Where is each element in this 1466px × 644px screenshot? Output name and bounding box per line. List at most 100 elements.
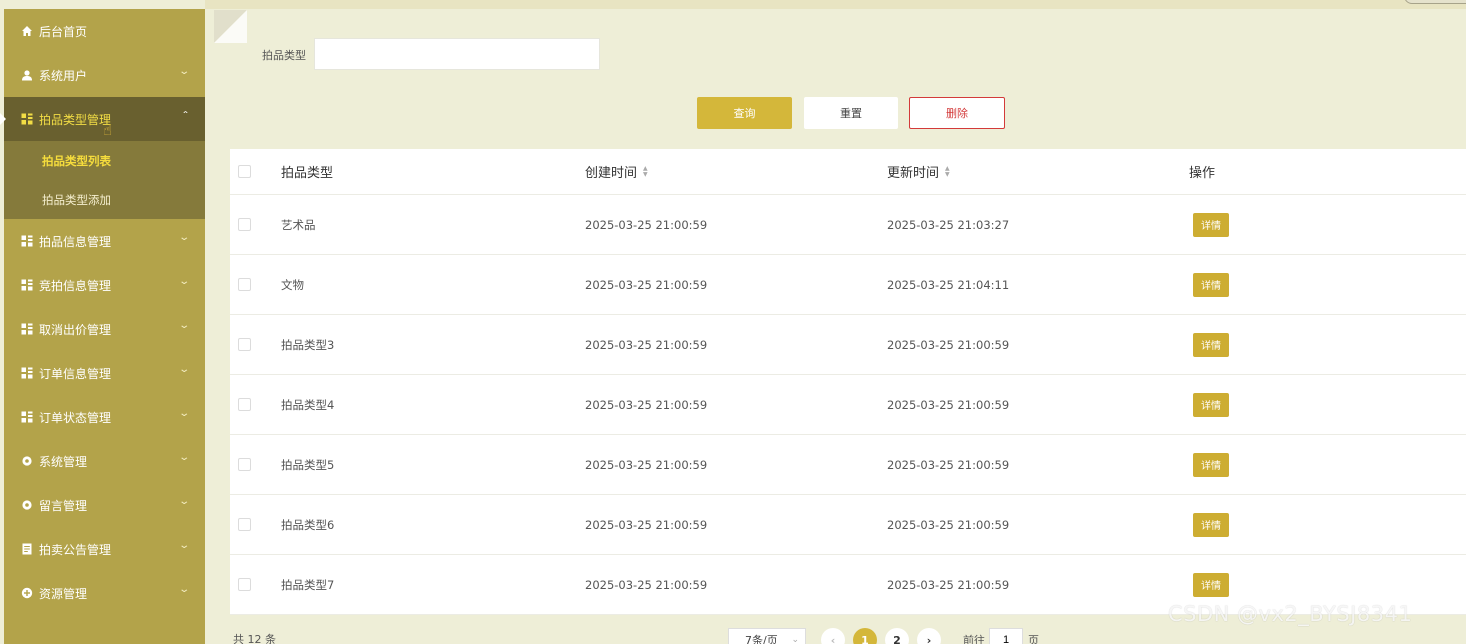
- hand-cursor-icon: ☝: [103, 121, 113, 139]
- chevron-down-icon: ⌄: [177, 320, 190, 331]
- cell-type: 艺术品: [281, 217, 316, 232]
- sidebar-item-bidding-info[interactable]: 竞拍信息管理 ⌄: [4, 263, 205, 307]
- column-header-updated[interactable]: 更新时间 ▲ ▼: [887, 149, 950, 194]
- chevron-down-icon: ⌄: [791, 635, 799, 644]
- cell-created: 2025-03-25 21:00:59: [585, 517, 708, 532]
- table-row: 拍品类型5 2025-03-25 21:00:59 2025-03-25 21:…: [230, 435, 1466, 495]
- detail-button[interactable]: 详情: [1193, 452, 1229, 477]
- row-checkbox[interactable]: [238, 518, 251, 531]
- gear-icon: [20, 454, 34, 468]
- page-size-select[interactable]: 7条/页 ⌄: [728, 628, 806, 644]
- sidebar-item-label: 拍品类型管理: [39, 112, 112, 127]
- select-all-checkbox[interactable]: [238, 165, 251, 178]
- next-page-button[interactable]: ›: [917, 628, 941, 644]
- detail-button[interactable]: 详情: [1193, 512, 1229, 537]
- watermark: CSDN @vx2_BYSJ8341: [1168, 602, 1413, 626]
- detail-button[interactable]: 详情: [1193, 332, 1229, 357]
- grid-icon: [20, 234, 34, 248]
- cell-updated: 2025-03-25 21:00:59: [887, 337, 1010, 352]
- cell-updated: 2025-03-25 21:00:59: [887, 577, 1010, 592]
- chevron-down-icon: ⌄: [177, 540, 190, 551]
- chevron-down-icon: ⌄: [177, 232, 190, 243]
- column-header-label: 更新时间: [887, 166, 940, 181]
- sidebar-item-label: 留言管理: [39, 498, 88, 513]
- sidebar-item-label: 拍卖公告管理: [39, 542, 112, 557]
- sidebar-item-label: 订单信息管理: [39, 366, 112, 381]
- sidebar-subitem-type-add[interactable]: 拍品类型添加: [4, 180, 205, 219]
- home-icon: [20, 24, 34, 38]
- sidebar-item-system-management[interactable]: 系统管理 ⌄: [4, 439, 205, 483]
- row-checkbox[interactable]: [238, 458, 251, 471]
- table-row: 拍品类型4 2025-03-25 21:00:59 2025-03-25 21:…: [230, 375, 1466, 435]
- row-checkbox[interactable]: [238, 218, 251, 231]
- table-header: 拍品类型 创建时间 ▲ ▼ 更新时间 ▲ ▼ 操作: [230, 149, 1466, 195]
- sidebar-item-order-status[interactable]: 订单状态管理 ⌄: [4, 395, 205, 439]
- detail-button[interactable]: 详情: [1193, 272, 1229, 297]
- cell-updated: 2025-03-25 21:00:59: [887, 457, 1010, 472]
- chevron-up-icon: ˆ: [182, 111, 189, 122]
- cell-type: 拍品类型5: [281, 457, 335, 472]
- page-size-value: 7条/页: [745, 634, 778, 644]
- chevron-down-icon: ⌄: [177, 452, 190, 463]
- table-row: 文物 2025-03-25 21:00:59 2025-03-25 21:04:…: [230, 255, 1466, 315]
- data-table: 拍品类型 创建时间 ▲ ▼ 更新时间 ▲ ▼ 操作 艺术品 2025-03-25 2…: [230, 149, 1466, 615]
- sidebar-item-order-info[interactable]: 订单信息管理 ⌄: [4, 351, 205, 395]
- sidebar-item-label: 资源管理: [39, 586, 88, 601]
- detail-button[interactable]: 详情: [1193, 212, 1229, 237]
- sort-icon[interactable]: ▲ ▼: [945, 165, 950, 178]
- sidebar-item-resources[interactable]: 资源管理 ⌄: [4, 571, 205, 615]
- sidebar-item-label: 后台首页: [39, 24, 88, 39]
- cell-type: 拍品类型3: [281, 337, 335, 352]
- sidebar-item-announcements[interactable]: 拍卖公告管理 ⌄: [4, 527, 205, 571]
- table-row: 拍品类型6 2025-03-25 21:00:59 2025-03-25 21:…: [230, 495, 1466, 555]
- document-icon: [20, 542, 34, 556]
- chevron-down-icon: ⌄: [177, 276, 190, 287]
- plus-circle-icon: [20, 586, 34, 600]
- sidebar-item-auction-info[interactable]: 拍品信息管理 ⌄: [4, 219, 205, 263]
- cell-type: 拍品类型6: [281, 517, 335, 532]
- column-header-created[interactable]: 创建时间 ▲ ▼: [585, 149, 648, 194]
- sidebar-item-dashboard[interactable]: 后台首页: [4, 9, 205, 53]
- sidebar-subitem-type-list[interactable]: 拍品类型列表: [4, 141, 205, 180]
- detail-button[interactable]: 详情: [1193, 392, 1229, 417]
- submenu-auction-type: 拍品类型列表 拍品类型添加: [4, 141, 205, 219]
- cell-created: 2025-03-25 21:00:59: [585, 457, 708, 472]
- cell-created: 2025-03-25 21:00:59: [585, 217, 708, 232]
- prev-page-button[interactable]: ‹: [821, 628, 845, 644]
- column-header-label: 创建时间: [585, 166, 638, 181]
- cell-created: 2025-03-25 21:00:59: [585, 277, 708, 292]
- grid-icon: [20, 278, 34, 292]
- page-button-2[interactable]: 2: [885, 628, 909, 644]
- sidebar-item-label: 取消出价管理: [39, 322, 112, 337]
- gear-icon: [20, 498, 34, 512]
- sort-icon[interactable]: ▲ ▼: [643, 165, 648, 178]
- grid-icon: [20, 366, 34, 380]
- search-input[interactable]: [314, 38, 600, 70]
- chevron-down-icon: ⌄: [177, 66, 190, 77]
- sidebar-item-system-users[interactable]: 系统用户 ⌄: [4, 53, 205, 97]
- row-checkbox[interactable]: [238, 398, 251, 411]
- table-row: 拍品类型3 2025-03-25 21:00:59 2025-03-25 21:…: [230, 315, 1466, 375]
- page-button-1[interactable]: 1: [853, 628, 877, 644]
- sidebar-item-label: 竞拍信息管理: [39, 278, 112, 293]
- cell-updated: 2025-03-25 21:00:59: [887, 397, 1010, 412]
- cell-created: 2025-03-25 21:00:59: [585, 337, 708, 352]
- sidebar-item-label: 系统管理: [39, 454, 88, 469]
- row-checkbox[interactable]: [238, 278, 251, 291]
- active-marker: [0, 113, 6, 125]
- reset-button[interactable]: 重置: [804, 97, 898, 129]
- table-row: 艺术品 2025-03-25 21:00:59 2025-03-25 21:03…: [230, 195, 1466, 255]
- top-pill[interactable]: [1404, 0, 1466, 4]
- cell-updated: 2025-03-25 21:04:11: [887, 277, 1010, 292]
- sidebar-item-cancel-bid[interactable]: 取消出价管理 ⌄: [4, 307, 205, 351]
- detail-button[interactable]: 详情: [1193, 572, 1229, 597]
- search-label: 拍品类型: [262, 49, 306, 62]
- query-button[interactable]: 查询: [697, 97, 792, 129]
- sidebar-item-messages[interactable]: 留言管理 ⌄: [4, 483, 205, 527]
- goto-page-input[interactable]: [989, 628, 1023, 644]
- row-checkbox[interactable]: [238, 338, 251, 351]
- grid-icon: [20, 410, 34, 424]
- row-checkbox[interactable]: [238, 578, 251, 591]
- delete-button[interactable]: 删除: [909, 97, 1005, 129]
- cell-type: 拍品类型7: [281, 577, 335, 592]
